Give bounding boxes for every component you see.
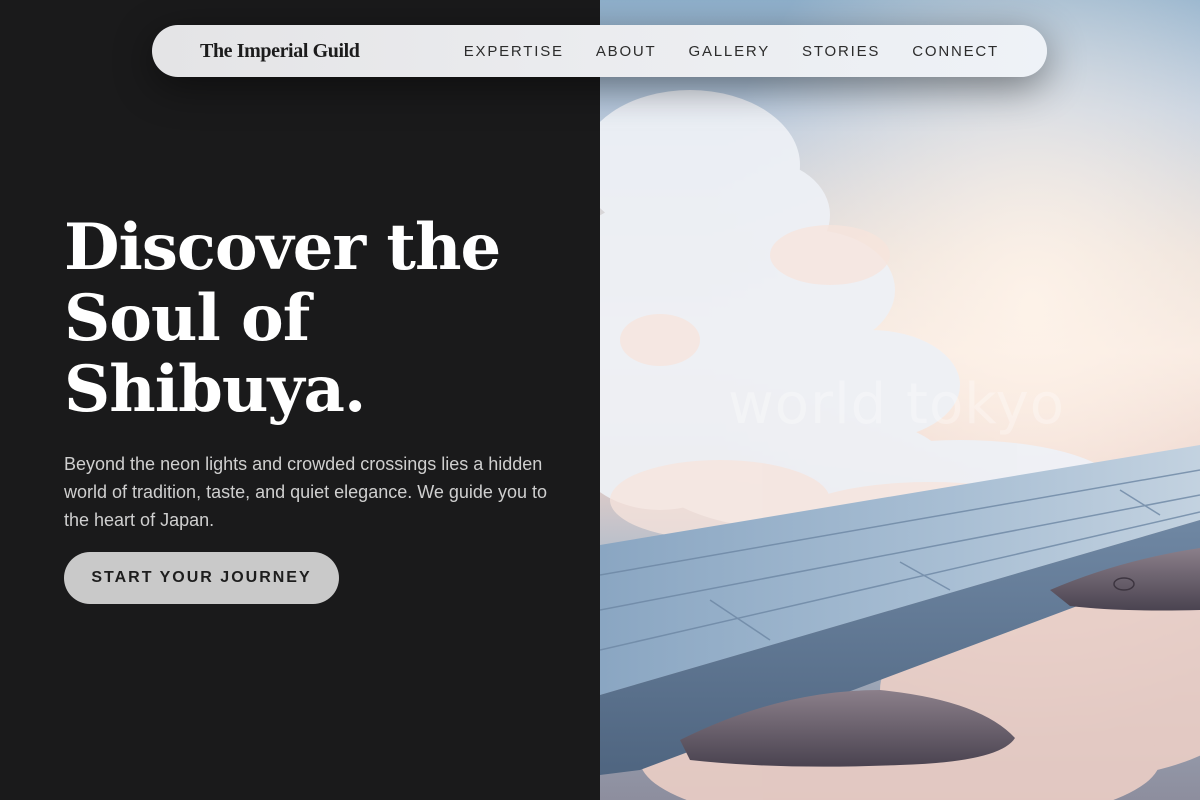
- nav-link-connect[interactable]: CONNECT: [912, 43, 999, 60]
- nav-links: EXPERTISE ABOUT GALLERY STORIES CONNECT: [464, 43, 999, 60]
- start-journey-button[interactable]: START YOUR JOURNEY: [64, 552, 339, 604]
- top-navbar: The Imperial Guild EXPERTISE ABOUT GALLE…: [152, 25, 1047, 77]
- hero-title-line-1: Discover the: [64, 210, 501, 285]
- hero-title-line-2: Soul of: [64, 281, 310, 356]
- hero-description: Beyond the neon lights and crowded cross…: [64, 454, 547, 530]
- hero-image: world tokyo: [600, 0, 1200, 800]
- nav-link-about[interactable]: ABOUT: [596, 43, 657, 60]
- brand-logo[interactable]: The Imperial Guild: [200, 40, 360, 63]
- nav-link-expertise[interactable]: EXPERTISE: [464, 43, 564, 60]
- image-watermark: world tokyo: [728, 372, 1066, 437]
- nav-link-stories[interactable]: STORIES: [802, 43, 880, 60]
- hero-title: Discover the Soul of Shibuya.: [64, 210, 501, 427]
- hero-title-line-3: Shibuya.: [64, 352, 366, 427]
- nav-link-gallery[interactable]: GALLERY: [689, 43, 771, 60]
